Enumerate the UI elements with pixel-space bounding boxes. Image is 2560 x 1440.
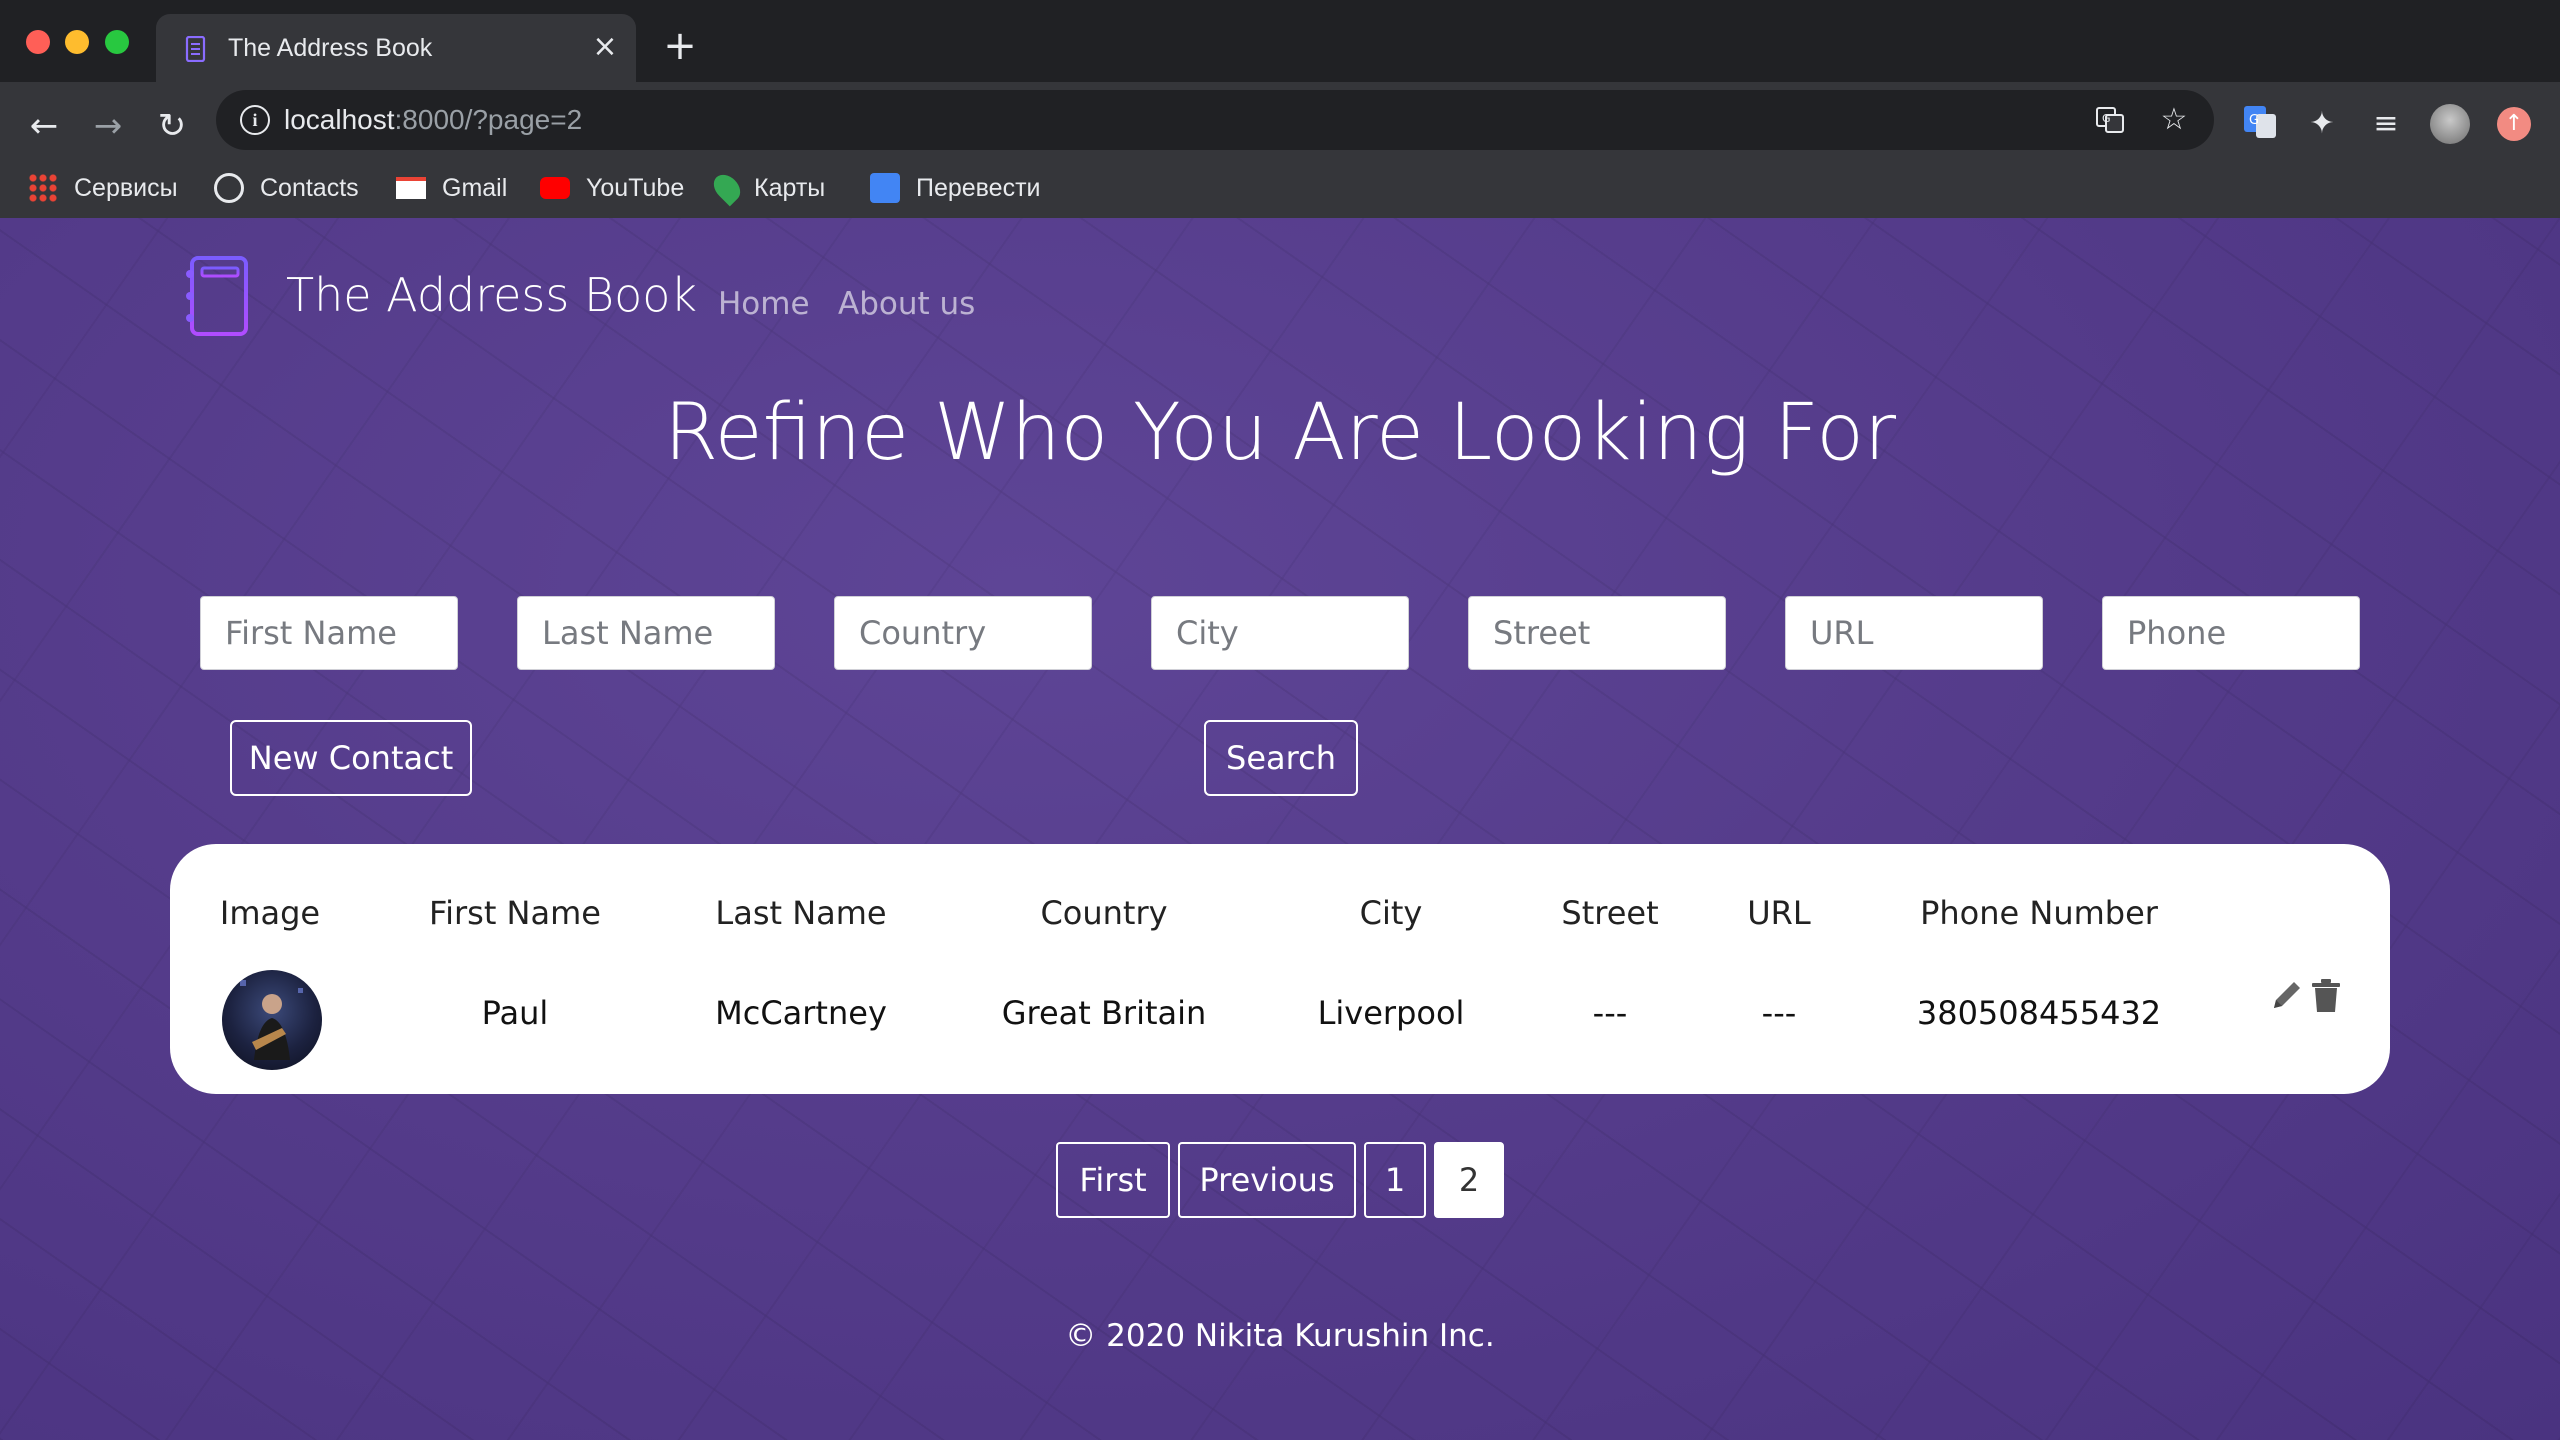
column-header-phone: Phone Number — [1920, 894, 2158, 932]
phone-input[interactable] — [2102, 596, 2360, 670]
bookmark-label: Карты — [754, 173, 826, 202]
page-1-button[interactable]: 1 — [1364, 1142, 1426, 1218]
minimize-window-button[interactable] — [65, 30, 89, 54]
nav-home-link[interactable]: Home — [718, 286, 810, 322]
cell-first-name: Paul — [481, 994, 549, 1032]
maximize-window-button[interactable] — [105, 30, 129, 54]
bookmark-youtube[interactable]: YouTube — [540, 170, 684, 206]
notebook-icon — [185, 36, 206, 62]
cell-url: --- — [1761, 994, 1797, 1032]
bookmark-services[interactable]: Сервисы — [28, 170, 178, 206]
bookmark-label: Перевести — [916, 173, 1041, 202]
cell-phone: 380508455432 — [1916, 994, 2162, 1032]
bookmark-maps[interactable]: Карты — [708, 169, 826, 207]
google-translate-icon[interactable]: G — [2240, 102, 2280, 142]
reload-icon[interactable]: ↻ — [150, 104, 194, 148]
person-photo — [240, 980, 303, 1060]
url-host: localhost — [284, 104, 395, 135]
page-first-button[interactable]: First — [1056, 1142, 1170, 1218]
bookmark-gmail[interactable]: Gmail — [396, 170, 507, 206]
nav-about-link[interactable]: About us — [838, 286, 975, 322]
cell-street: --- — [1592, 994, 1628, 1032]
browser-tab[interactable]: The Address Book × — [156, 14, 636, 82]
column-header-street: Street — [1561, 894, 1659, 932]
media-queue-icon[interactable]: ≡ — [2366, 104, 2406, 144]
contact-avatar — [222, 970, 322, 1070]
bookmark-label: YouTube — [586, 173, 685, 202]
page-title: Refine Who You Are Looking For — [663, 388, 1897, 478]
column-header-image: Image — [219, 894, 321, 932]
bookmark-contacts[interactable]: Contacts — [214, 170, 359, 206]
column-header-country: Country — [1040, 894, 1168, 932]
apps-grid-icon — [28, 173, 58, 203]
city-input[interactable] — [1151, 596, 1409, 670]
site-info-icon[interactable]: i — [240, 105, 270, 135]
footer-copyright: © 2020 Nikita Kurushin Inc. — [1065, 1318, 1495, 1354]
column-header-last-name: Last Name — [715, 894, 887, 932]
site-brand[interactable]: The Address Book — [286, 268, 697, 322]
page-content: The Address Book Home About us Refine Wh… — [0, 218, 2560, 1440]
gmail-icon — [396, 177, 426, 199]
edit-pencil-icon[interactable] — [2268, 976, 2304, 1016]
extensions-puzzle-icon[interactable]: ✦ — [2302, 104, 2342, 144]
bookmark-star-icon[interactable]: ☆ — [2158, 104, 2190, 136]
first-name-input[interactable] — [200, 596, 458, 670]
forward-arrow-icon[interactable]: → — [86, 104, 130, 148]
new-tab-icon[interactable]: + — [660, 26, 700, 66]
column-header-city: City — [1359, 894, 1423, 932]
globe-icon — [214, 173, 244, 203]
map-pin-icon — [708, 169, 746, 207]
address-book-logo-icon[interactable] — [182, 254, 254, 338]
cell-city: Liverpool — [1317, 994, 1465, 1032]
translate-icon — [870, 173, 900, 203]
bookmark-label: Сервисы — [74, 173, 178, 202]
browser-toolbar: ← → ↻ i localhost:8000/?page=2 G ☆ G ✦ ≡… — [0, 82, 2560, 236]
bookmark-translate[interactable]: Перевести — [870, 170, 1041, 206]
close-window-button[interactable] — [26, 30, 50, 54]
translate-icon[interactable]: G — [2094, 104, 2126, 136]
new-contact-button[interactable]: New Contact — [230, 720, 472, 796]
page-previous-button[interactable]: Previous — [1178, 1142, 1356, 1218]
back-arrow-icon[interactable]: ← — [22, 104, 66, 148]
url-text: localhost:8000/?page=2 — [284, 104, 582, 136]
column-header-first-name: First Name — [429, 894, 601, 932]
contacts-table: Image First Name Last Name Country City … — [170, 844, 2390, 1094]
tab-close-icon[interactable]: × — [588, 30, 622, 64]
bookmarks-bar: Сервисы Contacts Gmail YouTube Карты Пер… — [0, 158, 2560, 218]
profile-avatar[interactable] — [2430, 104, 2470, 144]
search-button[interactable]: Search — [1204, 720, 1358, 796]
column-header-url: URL — [1747, 894, 1811, 932]
url-path: :8000/?page=2 — [394, 104, 583, 135]
bookmark-label: Contacts — [260, 173, 359, 202]
tab-title: The Address Book — [228, 34, 433, 62]
street-input[interactable] — [1468, 596, 1726, 670]
youtube-icon — [540, 177, 570, 199]
svg-text:G: G — [2249, 113, 2259, 128]
url-input[interactable] — [1785, 596, 2043, 670]
last-name-input[interactable] — [517, 596, 775, 670]
browser-tab-strip: The Address Book × + — [0, 0, 2560, 82]
svg-text:G: G — [2102, 112, 2111, 125]
address-bar[interactable]: i localhost:8000/?page=2 G ☆ — [216, 90, 2214, 150]
country-input[interactable] — [834, 596, 1092, 670]
delete-trash-icon[interactable] — [2308, 976, 2344, 1016]
update-icon[interactable]: ↑ — [2494, 104, 2534, 144]
cell-country: Great Britain — [1001, 994, 1207, 1032]
page-2-button[interactable]: 2 — [1434, 1142, 1504, 1218]
cell-last-name: McCartney — [715, 994, 887, 1032]
bookmark-label: Gmail — [442, 173, 508, 202]
